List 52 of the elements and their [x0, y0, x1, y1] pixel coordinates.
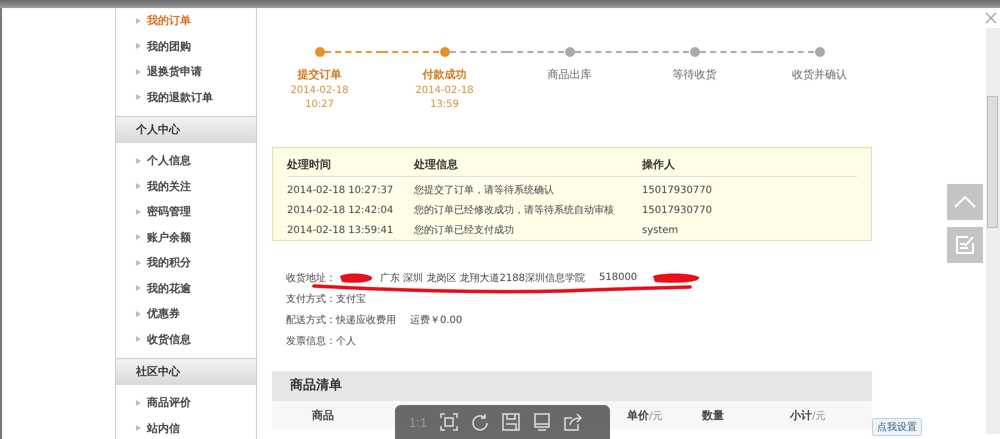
sidebar-heading: 个人中心	[116, 116, 256, 143]
table-cell-text: 2014-02-18 13:59:41	[287, 224, 394, 236]
info-value: 广东 深圳 龙岗区 龙翔大道2188深圳信息学院	[380, 272, 585, 284]
table-cell-text: system	[642, 224, 680, 236]
step-date: 2014-02-18	[290, 85, 349, 96]
column-header: 单价/元	[627, 408, 664, 422]
step-label: 商品出库	[548, 67, 592, 82]
info-value: 个人	[336, 334, 356, 348]
column-header: 小计/元	[790, 408, 826, 422]
sidebar-link[interactable]: 优惠券	[147, 306, 180, 322]
sidebar-link[interactable]: 我的关注	[147, 178, 191, 194]
info-label: 发票信息：	[286, 334, 336, 348]
column-header: 操作人	[642, 156, 676, 172]
step-date: 2014-02-18	[415, 85, 474, 96]
step-label: 收货并确认	[792, 67, 847, 82]
sidebar-link[interactable]: 我的花逾	[147, 280, 191, 296]
sidebar-link[interactable]: 收货信息	[147, 332, 191, 347]
info-label: 配送方式：	[286, 314, 336, 326]
sidebar-link[interactable]: 商品评价	[147, 395, 191, 410]
sidebar-link[interactable]: 我的团购	[147, 38, 191, 54]
sidebar-link[interactable]: 退换货申请	[147, 64, 202, 80]
info-value: 快递应收费用	[336, 314, 396, 326]
table-cell-text: 2014-02-18 12:42:04	[287, 204, 394, 216]
sidebar-link[interactable]: 密码管理	[147, 204, 191, 220]
info-label: 收货地址：	[286, 272, 336, 284]
step-label: 付款成功	[422, 67, 466, 82]
table-cell-text: 您的订单已经支付成功	[414, 224, 515, 237]
sidebar-link[interactable]: 账户余额	[147, 230, 191, 245]
step-time: 13:59	[430, 99, 459, 110]
info-value: 运费￥0.00	[410, 314, 462, 326]
sidebar-link[interactable]: 我的积分	[147, 255, 191, 270]
table-cell-text: 您的订单已经修改成功，请等待系统自动审核	[414, 204, 615, 217]
sidebar-link[interactable]: 站内信	[147, 420, 180, 436]
step-time: 10:27	[305, 99, 334, 110]
column-header: 商品	[312, 408, 335, 422]
table-cell-text: 15017930770	[642, 184, 713, 196]
info-label: 支付方式：	[286, 292, 336, 306]
table-cell-text: 2014-02-18 10:27:37	[287, 184, 394, 196]
sidebar-link[interactable]: 我的退款订单	[147, 90, 213, 105]
sidebar-link[interactable]: 个人信息	[147, 153, 191, 168]
info-value: 518000	[599, 272, 638, 283]
info-value: 支付宝	[336, 292, 366, 306]
column-header: 数量	[702, 408, 725, 422]
table-cell-text: 15017930770	[642, 204, 713, 216]
sidebar-heading: 社区中心	[116, 358, 256, 385]
step-label: 提交订单	[298, 67, 342, 82]
column-header: 处理信息	[414, 156, 459, 172]
column-header: 处理时间	[287, 156, 332, 172]
table-cell-text: 您提交了订单，请等待系统确认	[414, 184, 555, 197]
settings-button[interactable]: 点我设置	[872, 418, 922, 436]
section-header: 商品清单	[272, 371, 872, 401]
step-label: 等待收货	[672, 67, 716, 82]
